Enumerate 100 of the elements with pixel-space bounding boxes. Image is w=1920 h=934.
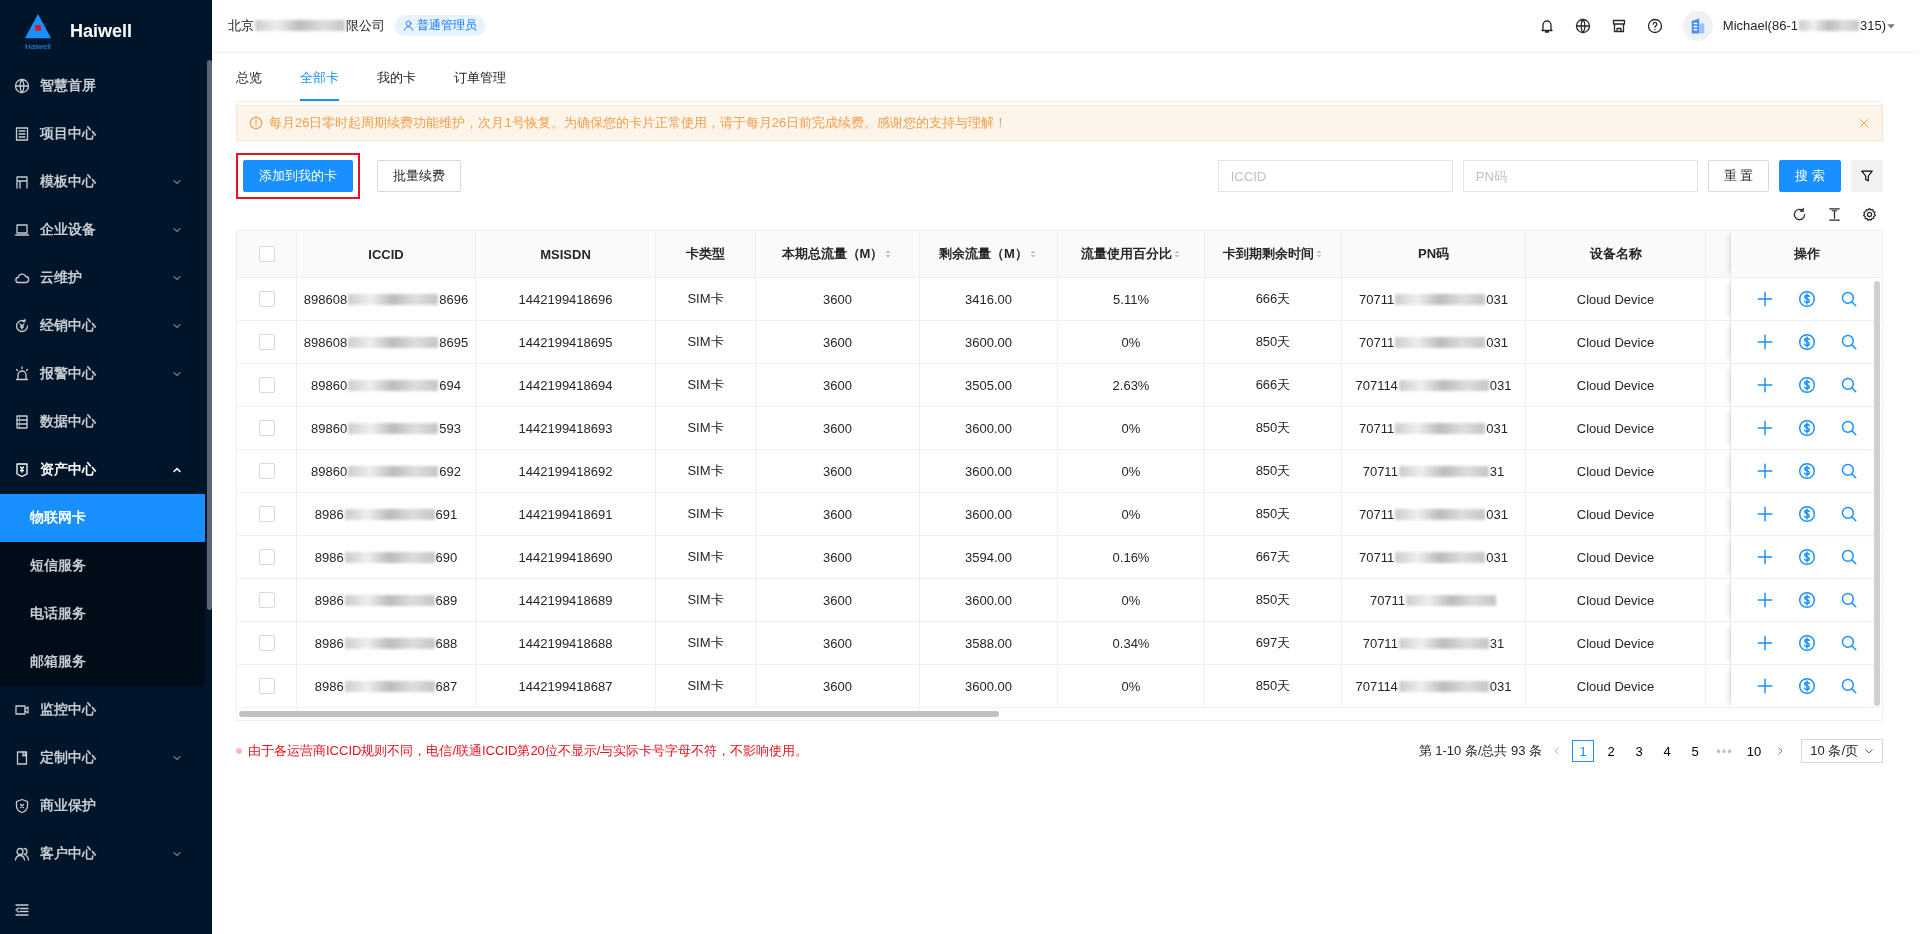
table-cell: Cloud Device xyxy=(1526,278,1706,321)
renew-button[interactable] xyxy=(1798,591,1816,609)
filter-button[interactable] xyxy=(1851,160,1883,192)
bell-icon[interactable] xyxy=(1538,17,1555,34)
store-icon[interactable] xyxy=(1610,17,1627,34)
refresh-icon[interactable] xyxy=(1792,207,1807,222)
renew-button[interactable]: 批量续费 xyxy=(377,160,461,192)
row-checkbox[interactable] xyxy=(258,635,275,651)
sidebar-subitem[interactable]: 邮箱服务 xyxy=(0,638,205,686)
table-cell: Cloud Device xyxy=(1526,321,1706,364)
row-checkbox[interactable] xyxy=(258,592,275,608)
scrollbar[interactable] xyxy=(207,60,212,610)
table-cell: 850天 xyxy=(1205,665,1342,708)
page-size-select[interactable]: 10 条/页 xyxy=(1801,739,1883,763)
row-checkbox[interactable] xyxy=(258,334,275,350)
row-checkbox[interactable] xyxy=(258,549,275,565)
sidebar-item[interactable]: 资产中心 xyxy=(0,446,205,494)
search-field[interactable]: ICCID xyxy=(1217,160,1453,192)
table-cell: 3600.00 xyxy=(920,493,1058,536)
plus-icon xyxy=(1756,677,1774,695)
column-header[interactable]: 流量使用百分比 xyxy=(1058,231,1205,278)
sidebar-subitem[interactable]: 短信服务 xyxy=(0,542,205,590)
view-button[interactable] xyxy=(1840,290,1858,308)
view-button[interactable] xyxy=(1840,419,1858,437)
sidebar-item[interactable]: 项目中心 xyxy=(0,110,205,158)
renew-button[interactable] xyxy=(1798,462,1816,480)
view-button[interactable] xyxy=(1840,462,1858,480)
view-button[interactable] xyxy=(1840,333,1858,351)
view-button[interactable] xyxy=(1840,376,1858,394)
renew-button[interactable] xyxy=(1798,634,1816,652)
view-button[interactable] xyxy=(1840,634,1858,652)
user-name-end[interactable]: 315) xyxy=(1859,18,1886,33)
sidebar-item[interactable]: 经销中心 xyxy=(0,302,205,350)
sidebar-item[interactable]: 企业设备 xyxy=(0,206,205,254)
close-icon[interactable] xyxy=(1858,117,1870,129)
view-button[interactable] xyxy=(1840,677,1858,695)
id-start: 898608 xyxy=(303,334,348,350)
renew-button[interactable] xyxy=(1798,677,1816,695)
add-button[interactable] xyxy=(1756,591,1774,609)
add-button[interactable] xyxy=(1756,505,1774,523)
user-icon xyxy=(403,20,414,31)
view-button[interactable] xyxy=(1840,548,1858,566)
sidebar-subitem[interactable]: 电话服务 xyxy=(0,590,205,638)
user-name-start[interactable]: Michael(86-1 xyxy=(1722,18,1798,33)
globe-icon[interactable] xyxy=(1574,17,1591,34)
renew-button[interactable] xyxy=(1798,290,1816,308)
search-field[interactable]: PN码 xyxy=(1462,160,1698,192)
add-button[interactable] xyxy=(1756,634,1774,652)
add-button[interactable] xyxy=(1756,333,1774,351)
vertical-scrollbar[interactable] xyxy=(1874,281,1880,706)
column-header[interactable]: 本期总流量（M） xyxy=(756,231,920,278)
sidebar-item[interactable]: 智慧首屏 xyxy=(0,62,205,110)
page-button[interactable]: 2 xyxy=(1600,740,1623,762)
add-button[interactable] xyxy=(1756,548,1774,566)
help-icon[interactable] xyxy=(1646,17,1663,34)
page-button[interactable]: 10 xyxy=(1742,740,1766,762)
row-height-icon[interactable] xyxy=(1827,207,1842,222)
renew-button[interactable] xyxy=(1798,333,1816,351)
row-checkbox[interactable] xyxy=(258,506,275,522)
column-header[interactable]: 卡到期剩余时间 xyxy=(1205,231,1342,278)
sidebar-item[interactable]: 定制中心 xyxy=(0,734,205,782)
renew-button[interactable] xyxy=(1798,548,1816,566)
page-button[interactable]: 3 xyxy=(1628,740,1651,762)
sidebar-item[interactable]: 云维护 xyxy=(0,254,205,302)
sidebar-item[interactable]: 数据中心 xyxy=(0,398,205,446)
renew-button[interactable] xyxy=(1798,419,1816,437)
tab[interactable]: 总览 xyxy=(236,69,262,101)
horizontal-scrollbar[interactable] xyxy=(239,711,999,717)
tab[interactable]: 我的卡 xyxy=(377,69,416,101)
table-cell: SIM卡 xyxy=(656,450,756,493)
sidebar-item[interactable]: 监控中心 xyxy=(0,686,205,734)
row-checkbox[interactable] xyxy=(258,377,275,393)
select-all-checkbox[interactable] xyxy=(258,246,275,262)
sidebar-item[interactable]: 模板中心 xyxy=(0,158,205,206)
row-checkbox[interactable] xyxy=(258,678,275,694)
reset-button[interactable]: 重 置 xyxy=(1707,160,1770,192)
add-button[interactable] xyxy=(1756,376,1774,394)
row-checkbox[interactable] xyxy=(258,420,275,436)
add-button[interactable] xyxy=(1756,462,1774,480)
sidebar-item[interactable]: 报警中心 xyxy=(0,350,205,398)
row-checkbox[interactable] xyxy=(258,291,275,307)
renew-button[interactable] xyxy=(1798,505,1816,523)
view-button[interactable] xyxy=(1840,591,1858,609)
settings-icon[interactable] xyxy=(1862,207,1877,222)
add-button[interactable] xyxy=(1756,677,1774,695)
page-button[interactable]: 5 xyxy=(1684,740,1707,762)
view-button[interactable] xyxy=(1840,505,1858,523)
id-start: 8986 xyxy=(314,592,344,608)
add-button[interactable] xyxy=(1756,290,1774,308)
add-button[interactable] xyxy=(1756,419,1774,437)
page-button[interactable]: 4 xyxy=(1656,740,1679,762)
plus-icon xyxy=(1756,419,1774,437)
sidebar-item[interactable]: 客户中心 xyxy=(0,830,205,878)
row-checkbox[interactable] xyxy=(258,463,275,479)
tab[interactable]: 订单管理 xyxy=(454,69,506,101)
renew-button[interactable] xyxy=(1798,376,1816,394)
collapse-menu-icon[interactable] xyxy=(14,902,30,918)
sidebar-item[interactable]: 商业保护 xyxy=(0,782,205,830)
avatar[interactable] xyxy=(1682,10,1713,41)
column-header[interactable]: 剩余流量（M） xyxy=(920,231,1058,278)
